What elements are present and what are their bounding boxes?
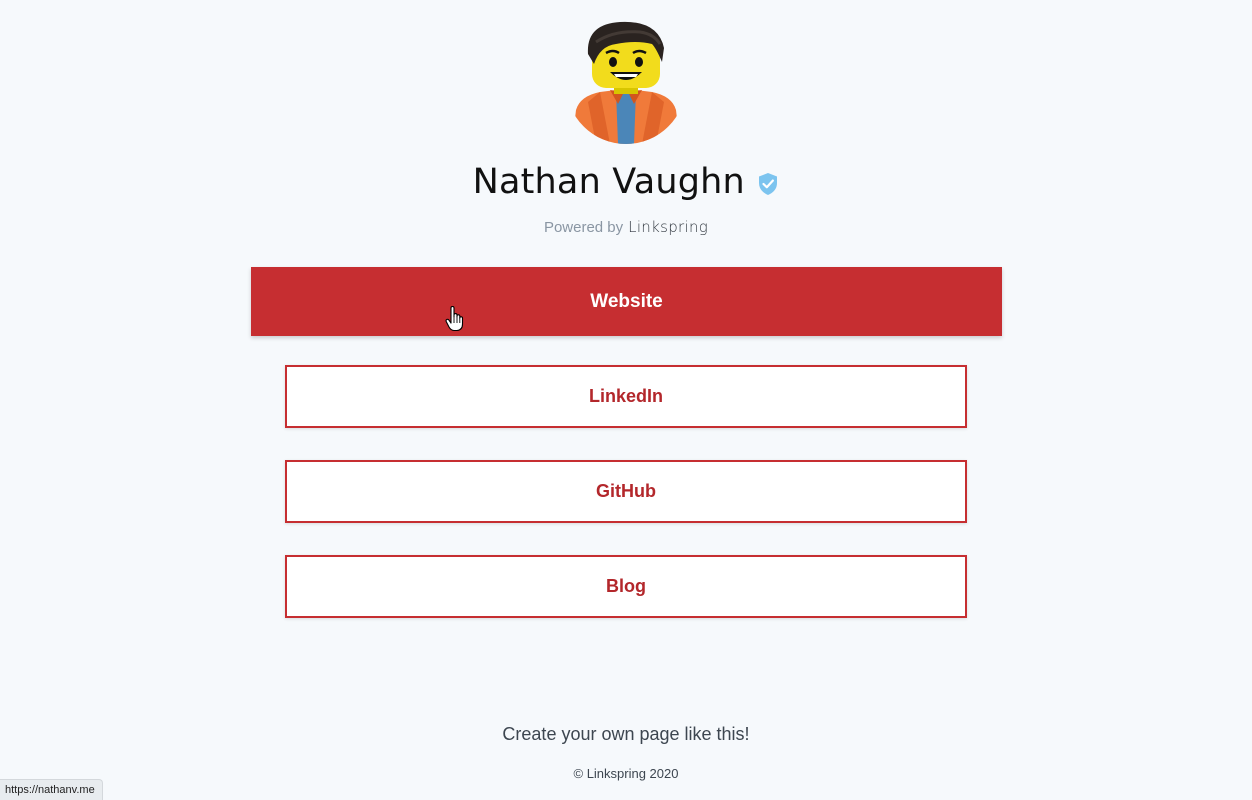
avatar xyxy=(566,18,686,144)
profile-name: Nathan Vaughn xyxy=(472,162,745,202)
profile-header: Nathan Vaughn xyxy=(0,156,1252,208)
linkspring-brand-link[interactable]: Linkspring xyxy=(628,218,708,236)
blog-link-button[interactable]: Blog xyxy=(285,555,967,618)
profile-page: Nathan Vaughn Powered by Linkspring Websi… xyxy=(0,0,1252,800)
lego-minifigure-icon xyxy=(572,21,680,144)
website-link-button[interactable]: Website xyxy=(251,267,1002,336)
powered-by-label: Powered by xyxy=(543,219,624,236)
browser-status-bar: https://nathanv.me xyxy=(0,779,103,800)
create-page-link[interactable]: Create your own page like this! xyxy=(0,721,1252,747)
github-link-button[interactable]: GitHub xyxy=(285,460,967,523)
linkedin-link-button[interactable]: LinkedIn xyxy=(285,365,967,428)
verified-badge-icon xyxy=(757,166,779,195)
copyright: © Linkspring 2020 xyxy=(573,766,679,781)
powered-by: Powered by Linkspring xyxy=(0,216,1252,239)
